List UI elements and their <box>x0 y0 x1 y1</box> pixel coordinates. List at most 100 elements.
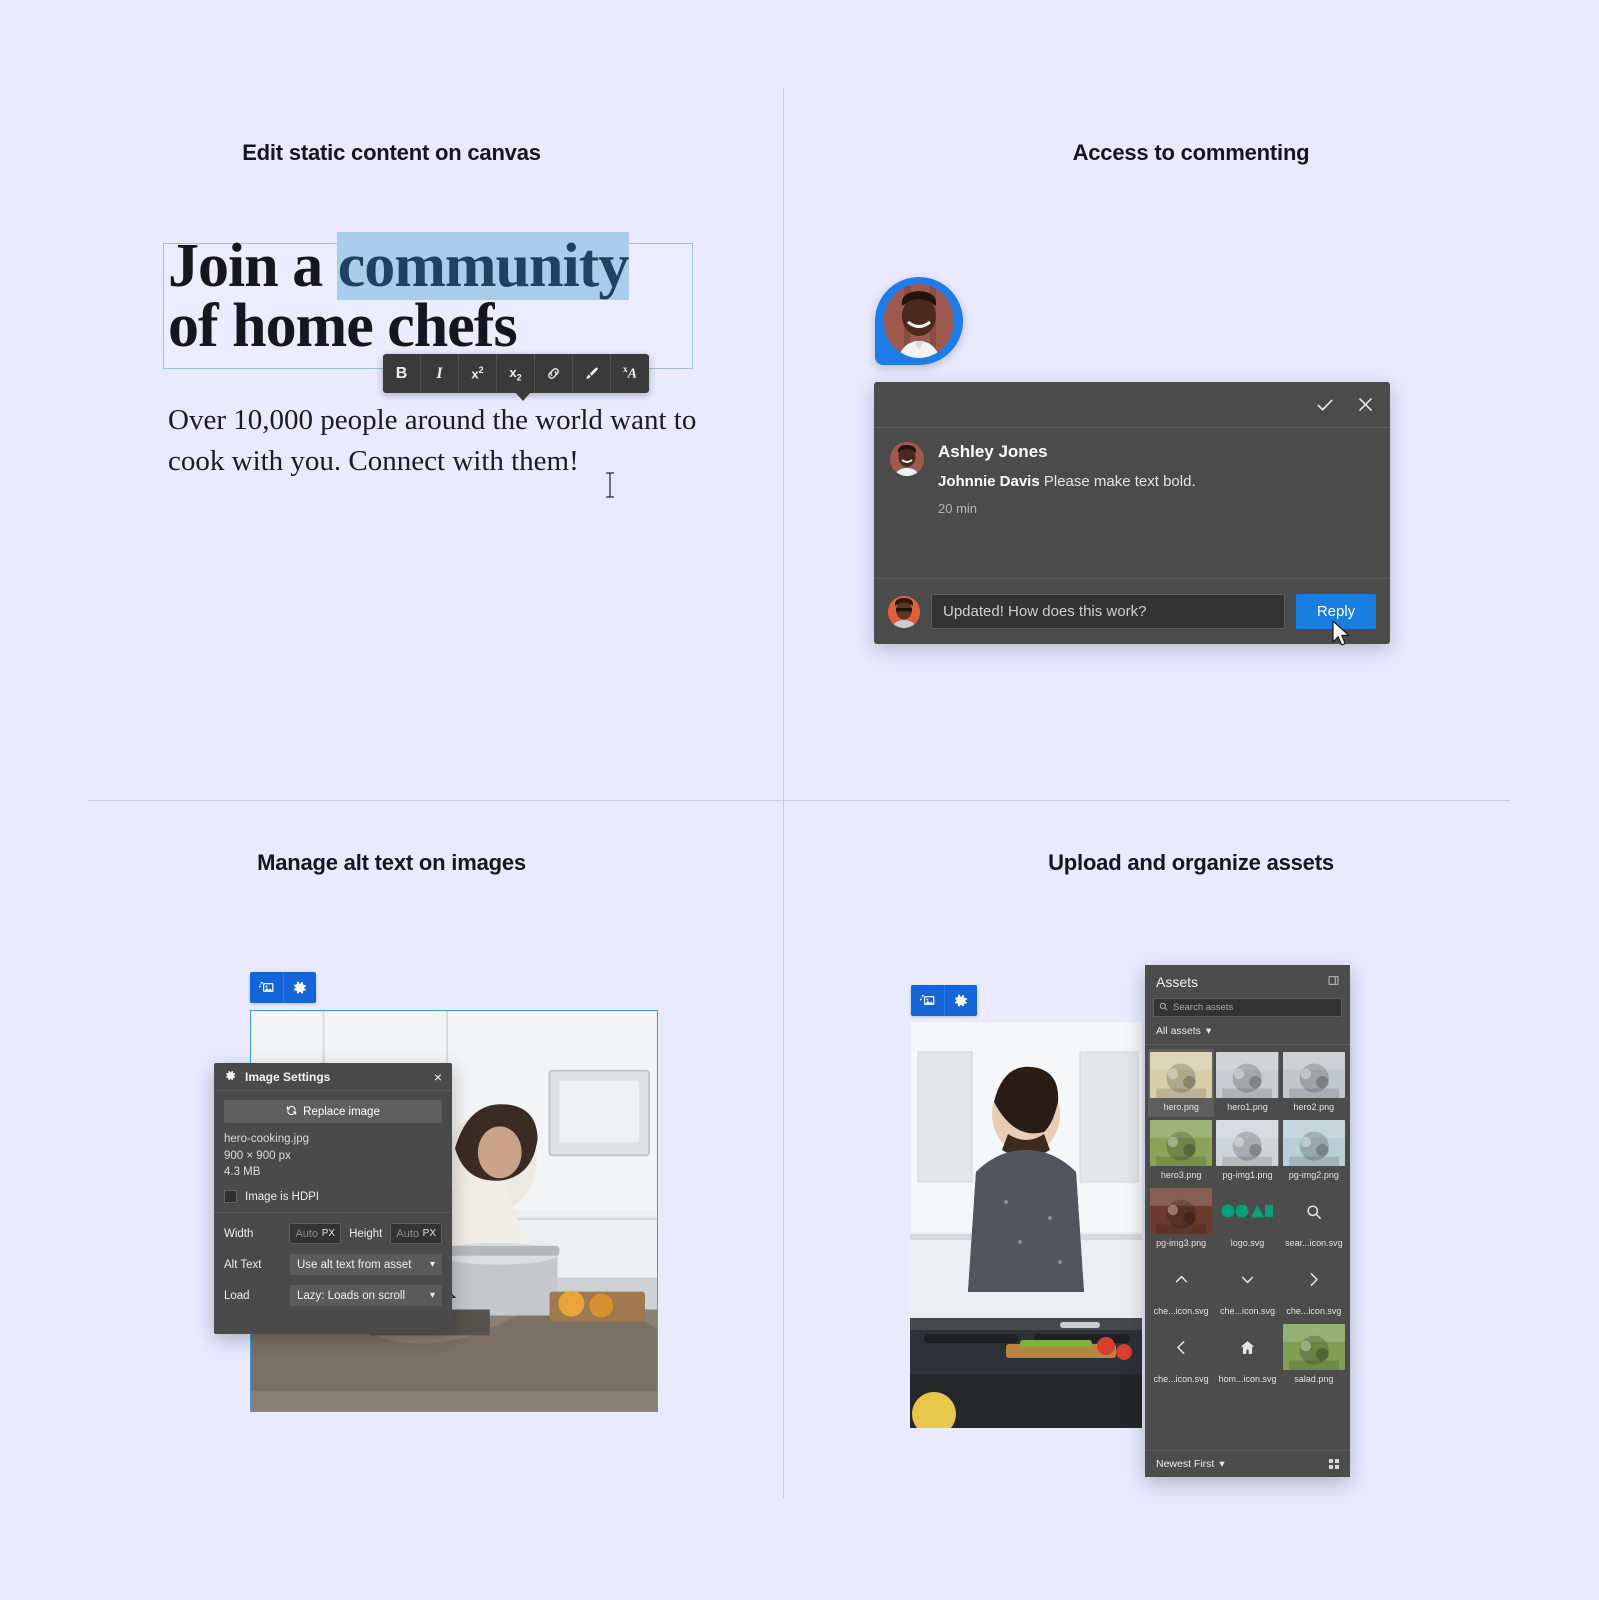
image-toolbar-badge[interactable] <box>911 985 977 1016</box>
assets-panel: Assets Search assets All assets ▾ hero.p… <box>1145 965 1350 1477</box>
asset-item[interactable]: salad.png <box>1281 1321 1347 1389</box>
replace-image-label: Replace image <box>303 1105 380 1118</box>
comment-author-name: Ashley Jones <box>938 442 1048 461</box>
alt-text-label: Alt Text <box>224 1258 262 1271</box>
asset-item[interactable]: che...icon.svg <box>1148 1253 1214 1321</box>
asset-item[interactable]: sear...icon.svg <box>1281 1185 1347 1253</box>
quadrant-title-edit-static-content: Edit static content on canvas <box>242 140 541 165</box>
swap-image-icon[interactable] <box>250 972 283 1003</box>
asset-thumbnail <box>1282 1120 1345 1166</box>
image-hdpi-row[interactable]: Image is HDPI <box>224 1190 442 1204</box>
load-select[interactable]: Lazy: Loads on scroll ▾ <box>290 1285 442 1307</box>
asset-file-name: logo.svg <box>1230 1238 1265 1248</box>
image-settings-header: Image Settings × <box>214 1063 452 1091</box>
subscript-button[interactable]: x2 <box>497 354 535 393</box>
asset-thumbnail <box>1282 1052 1345 1098</box>
asset-item[interactable]: che...icon.svg <box>1281 1253 1347 1321</box>
chevron-down-icon: ▾ <box>429 1259 435 1271</box>
avatar <box>884 284 954 358</box>
asset-thumbnail <box>1216 1052 1279 1098</box>
assets-grid: hero.png hero1.png hero2.png hero3.png p… <box>1145 1045 1350 1389</box>
image-toolbar-badge[interactable] <box>250 972 316 1003</box>
asset-item[interactable]: pg-img3.png <box>1148 1185 1214 1253</box>
width-input[interactable]: Auto PX <box>289 1223 342 1245</box>
comment-body: Ashley Jones Johnnie Davis Please make t… <box>874 428 1390 516</box>
swap-image-icon[interactable] <box>911 985 944 1016</box>
reply-button[interactable]: Reply <box>1296 594 1376 629</box>
image-size-row: Width Auto PX Height Auto PX <box>214 1218 452 1249</box>
asset-file-name: che...icon.svg <box>1219 1306 1275 1316</box>
comment-pin-avatar[interactable] <box>875 277 963 365</box>
asset-file-name: sear...icon.svg <box>1285 1238 1343 1248</box>
asset-icon-home <box>1216 1324 1278 1370</box>
asset-thumbnail <box>1150 1052 1213 1098</box>
chevron-down-icon[interactable]: ▾ <box>1219 1458 1224 1470</box>
canvas-image-kitchen[interactable] <box>910 1022 1142 1428</box>
link-icon[interactable] <box>535 354 573 393</box>
height-input[interactable]: Auto PX <box>390 1223 442 1245</box>
grid-view-icon[interactable] <box>1329 1459 1339 1469</box>
gear-icon[interactable] <box>944 985 977 1016</box>
chevron-down-icon: ▾ <box>429 1290 435 1302</box>
asset-icon-search <box>1283 1188 1345 1234</box>
asset-file-name: salad.png <box>1294 1374 1334 1384</box>
collapse-panel-icon[interactable] <box>1328 975 1339 989</box>
height-label: Height <box>349 1227 383 1240</box>
superscript-button[interactable]: x2 <box>459 354 497 393</box>
resolve-check-icon[interactable] <box>1314 394 1336 416</box>
asset-thumbnail <box>1216 1120 1279 1166</box>
assets-filter-dropdown[interactable]: All assets ▾ <box>1145 1017 1350 1045</box>
asset-item[interactable]: pg-img1.png <box>1214 1117 1280 1185</box>
asset-item[interactable]: logo.svg <box>1214 1185 1280 1253</box>
asset-thumbnail <box>1150 1120 1213 1166</box>
reply-input[interactable]: Updated! How does this work? <box>931 594 1285 629</box>
horizontal-divider <box>88 800 1510 801</box>
image-file-size: 4.3 MB <box>224 1166 261 1179</box>
search-input[interactable]: Search assets <box>1153 998 1342 1017</box>
asset-file-name: che...icon.svg <box>1153 1374 1209 1384</box>
asset-item[interactable]: hero.png <box>1148 1049 1215 1117</box>
asset-icon-down <box>1216 1256 1278 1302</box>
comment-panel-header <box>874 382 1390 428</box>
canvas-headline[interactable]: Join a community of home chefs <box>168 232 708 357</box>
reply-input-value: Updated! How does this work? <box>943 603 1147 620</box>
italic-button[interactable]: I <box>421 354 459 393</box>
asset-thumbnail <box>1150 1188 1213 1234</box>
close-icon[interactable] <box>1354 394 1376 416</box>
canvas-subtext[interactable]: Over 10,000 people around the world want… <box>168 400 728 482</box>
hdpi-checkbox[interactable] <box>224 1190 237 1204</box>
hdpi-label: Image is HDPI <box>245 1190 320 1203</box>
headline-selected-word: community <box>336 232 630 300</box>
quadrant-title-manage-alt-text: Manage alt text on images <box>257 850 526 875</box>
gear-icon[interactable] <box>283 972 316 1003</box>
asset-icon-up <box>1150 1256 1212 1302</box>
asset-item[interactable]: che...icon.svg <box>1148 1321 1214 1389</box>
bold-button[interactable]: B <box>383 354 421 393</box>
height-value: Auto <box>396 1227 419 1240</box>
asset-file-name: che...icon.svg <box>1153 1306 1209 1316</box>
asset-item[interactable]: hero2.png <box>1281 1049 1347 1117</box>
asset-item[interactable]: hom...icon.svg <box>1214 1321 1280 1389</box>
search-placeholder: Search assets <box>1173 1002 1234 1013</box>
clear-format-button[interactable]: xA <box>611 354 649 393</box>
brush-icon[interactable] <box>573 354 611 393</box>
refresh-icon <box>286 1105 297 1119</box>
height-unit: PX <box>422 1228 436 1240</box>
image-settings-panel: Image Settings × Replace image hero-cook… <box>214 1063 452 1334</box>
text-format-toolbar[interactable]: B I x2 x2 xA <box>383 354 649 393</box>
assets-panel-title: Assets <box>1156 973 1199 990</box>
alt-text-row: Alt Text Use alt text from asset ▾ <box>214 1249 452 1280</box>
asset-item[interactable]: che...icon.svg <box>1214 1253 1280 1321</box>
asset-item[interactable]: pg-img2.png <box>1281 1117 1347 1185</box>
alt-text-select[interactable]: Use alt text from asset ▾ <box>290 1254 442 1276</box>
asset-item[interactable]: hero3.png <box>1148 1117 1214 1185</box>
close-icon[interactable]: × <box>434 1069 442 1085</box>
replace-image-button[interactable]: Replace image <box>224 1100 442 1123</box>
headline-part-one: Join a <box>168 232 337 300</box>
headline-part-two: of home chefs <box>168 292 518 361</box>
assets-filter-label: All assets <box>1156 1024 1201 1037</box>
asset-item[interactable]: hero1.png <box>1214 1049 1280 1117</box>
assets-sort-label[interactable]: Newest First <box>1156 1458 1214 1470</box>
current-user-avatar <box>888 595 920 628</box>
asset-file-name: pg-img1.png <box>1222 1170 1273 1180</box>
